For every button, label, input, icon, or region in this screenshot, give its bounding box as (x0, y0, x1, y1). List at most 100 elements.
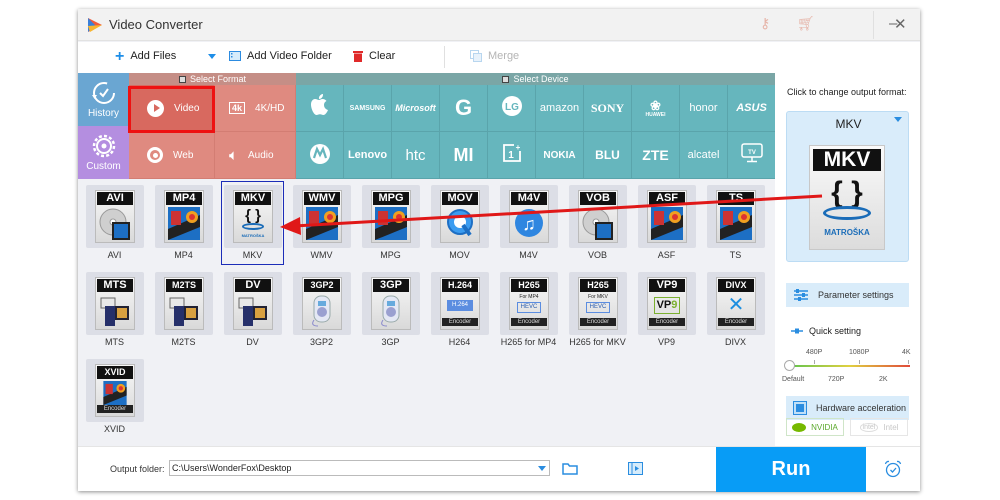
add-files-button[interactable]: + Add Files (115, 48, 176, 64)
device-samsung[interactable]: SAMSUNG (344, 85, 392, 132)
format-tile-label: H264 (448, 337, 471, 347)
chevron-down-icon[interactable] (894, 117, 902, 122)
app-window: Video Converter ⚷ 🛒︎ – ✕ + Add Files Add… (78, 9, 920, 492)
format-tag: TS (718, 192, 754, 205)
matroska-icon: { } MATROŠKA (241, 207, 265, 238)
encoder-icon: ✕ Encoder (718, 294, 754, 327)
add-files-dropdown[interactable] (208, 54, 216, 59)
parameter-settings-button[interactable]: Parameter settings (786, 283, 909, 307)
key-icon[interactable]: ⚷ (760, 15, 770, 32)
device-amazon[interactable]: amazon (536, 85, 584, 132)
custom-label: Custom (86, 161, 121, 172)
device-logo-icon: NOKIA (543, 149, 576, 161)
device-1-[interactable]: 1 + (488, 132, 536, 179)
history-button[interactable]: History (78, 73, 129, 126)
format-tile-h265-for-mkv[interactable]: H265 For MKV HEVC Encoder H265 for MKV (567, 269, 628, 351)
sliders-icon (794, 289, 808, 301)
device-zte[interactable]: ZTE (632, 132, 680, 179)
format-tile-mp4[interactable]: MP4 MP4 (153, 182, 214, 264)
format-category-web[interactable]: Web (129, 132, 215, 179)
device-htc[interactable]: htc (392, 132, 440, 179)
device-sony[interactable]: SONY (584, 85, 632, 132)
format-tile-3gp[interactable]: 3GP 3GP (360, 269, 421, 351)
format-category-audio[interactable]: 🔈︎ Audio (215, 132, 296, 179)
format-tile-h264[interactable]: H.264 H.264 Encoder H264 (429, 269, 490, 351)
format-tag: VOB (580, 192, 616, 205)
format-tile-ts[interactable]: TS TS (705, 182, 766, 264)
tick-label-4k: 4K (902, 349, 911, 356)
format-tile-vob[interactable]: VOB VOB (567, 182, 628, 264)
format-tile-label: M4V (519, 250, 538, 260)
format-grid: AVI AVI MP4 MP4 MKV{ } MATROŠKA MKV WMV WMV MPG MP… (78, 179, 775, 446)
device-logo-icon: ASUS (736, 102, 767, 114)
add-video-folder-button[interactable]: Add Video Folder (229, 50, 332, 62)
format-tile-label: ASF (657, 250, 676, 260)
format-tile-vp9[interactable]: VP9 VP9 Encoder VP9 (636, 269, 697, 351)
device-apple[interactable] (296, 85, 344, 132)
custom-button[interactable]: Custom (78, 126, 129, 179)
format-tile-m4v[interactable]: M4V ♫ M4V (498, 182, 559, 264)
close-icon[interactable]: ✕ (894, 15, 907, 33)
format-tile-mpg[interactable]: MPG MPG (360, 182, 421, 264)
format-tile-mov[interactable]: MOV MOV (429, 182, 490, 264)
hardware-acceleration-button[interactable]: Hardware acceleration (786, 396, 909, 420)
format-tile-label: MP4 (174, 250, 193, 260)
merge-button[interactable]: Merge (470, 50, 519, 62)
format-tile-3gp2[interactable]: 3GP2 3GP2 (291, 269, 352, 351)
film-icon (306, 207, 338, 240)
device-lg[interactable]: LG (488, 85, 536, 132)
device-huawei[interactable]: ❀ HUAWEI (632, 85, 680, 132)
video-highlight-box (128, 86, 215, 133)
device-lenovo[interactable]: Lenovo (344, 132, 392, 179)
device-tv[interactable]: TV (728, 132, 776, 179)
4k-icon: 4k (229, 102, 246, 114)
nvidia-toggle[interactable]: NVIDIA (786, 418, 844, 436)
device-logo-icon: ZTE (642, 147, 669, 163)
device-asus[interactable]: ASUS (728, 85, 776, 132)
format-tile-mkv[interactable]: MKV { } MATROŠKA MKV (221, 181, 284, 265)
format-tile-mts[interactable]: MTS MTS (84, 269, 145, 351)
device-microsoft[interactable]: Microsoft (392, 85, 440, 132)
device-logo-icon: G (454, 95, 473, 120)
device-motorola[interactable] (296, 132, 344, 179)
hardware-acceleration-label: Hardware acceleration (816, 403, 907, 413)
format-category-4k-hd[interactable]: 4k 4K/HD (215, 85, 296, 132)
category-panel: History Custom Select Format Video 4k 4K… (78, 73, 776, 179)
device-nokia[interactable]: NOKIA (536, 132, 584, 179)
encoder-note: For MP4 (519, 294, 539, 300)
open-folder-icon[interactable] (562, 463, 578, 475)
format-tile-m2ts[interactable]: M2TS M2TS (153, 269, 214, 351)
format-icon: H265 For MP4 HEVC Encoder (509, 277, 549, 330)
encoder-icon: VP9 Encoder (649, 294, 685, 327)
format-tag: H265 (511, 279, 547, 292)
device-alcatel[interactable]: alcatel (680, 132, 728, 179)
device-honor[interactable]: honor (680, 85, 728, 132)
media-player-icon (375, 294, 407, 327)
format-tag: MP4 (166, 192, 202, 205)
tick-label-2k: 2K (879, 376, 888, 383)
device-mi[interactable]: MI (440, 132, 488, 179)
quality-slider-knob[interactable] (784, 360, 795, 371)
intel-toggle[interactable]: intel Intel (850, 418, 908, 436)
output-format-selector[interactable]: MKV MKV { } MATROŠKA (786, 111, 909, 262)
output-folder-dropdown[interactable] (534, 461, 549, 475)
format-tile-divx[interactable]: DIVX ✕ Encoder DIVX (705, 269, 766, 351)
format-tile-avi[interactable]: AVI AVI (84, 182, 145, 264)
format-tile-wmv[interactable]: WMV WMV (291, 182, 352, 264)
format-tag: H.264 (442, 279, 478, 292)
quality-slider-track[interactable] (789, 365, 910, 367)
format-tile-asf[interactable]: ASF ASF (636, 182, 697, 264)
format-tile-xvid[interactable]: XVID Encoder XVID (84, 356, 145, 438)
encoder-note: For MKV (588, 294, 608, 300)
output-folder-input[interactable] (169, 460, 550, 476)
format-tile-h265-for-mp4[interactable]: H265 For MP4 HEVC Encoder H265 for MP4 (498, 269, 559, 351)
alarm-clock-icon[interactable] (884, 460, 902, 478)
format-tile-dv[interactable]: DV DV (222, 269, 283, 351)
device-g[interactable]: G (440, 85, 488, 132)
format-icon: M4V ♫ (509, 190, 549, 243)
run-button[interactable]: Run (716, 447, 866, 492)
cart-icon[interactable]: 🛒︎ (797, 15, 815, 32)
clear-button[interactable]: Clear (353, 50, 395, 62)
video-folder-icon[interactable] (628, 462, 643, 475)
device-blu[interactable]: BLU (584, 132, 632, 179)
